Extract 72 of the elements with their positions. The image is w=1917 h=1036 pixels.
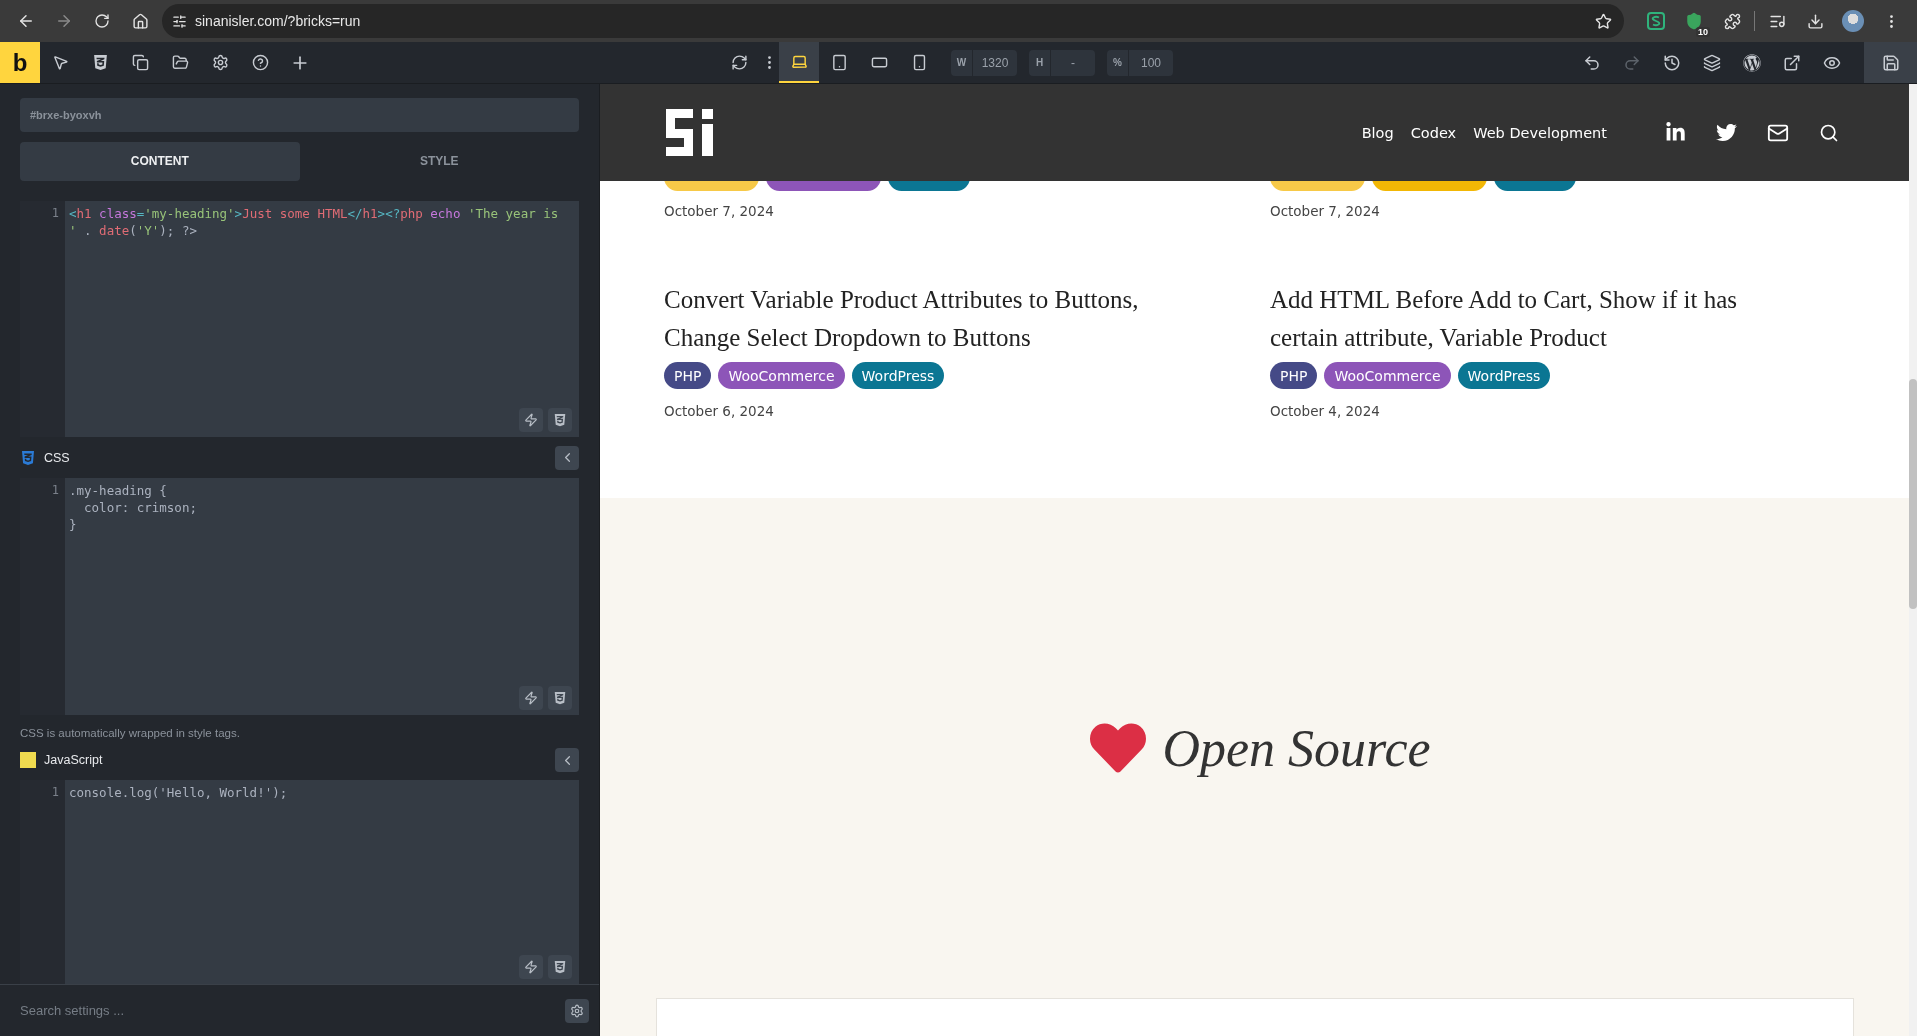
linkedin-icon[interactable] [1665, 122, 1686, 143]
shield-extension-icon[interactable] [1685, 12, 1703, 30]
code-editor[interactable]: 1 .my-heading { color: crimson; } [20, 477, 579, 716]
lightning-button[interactable] [519, 955, 543, 979]
bookmark-star-icon[interactable] [1595, 12, 1612, 30]
post-date: October 4, 2024 [1270, 403, 1381, 419]
css-button[interactable] [548, 955, 572, 979]
panel-tab[interactable]: CONTENT [20, 141, 300, 182]
code-line: console.log('Hello, World!'); [69, 784, 289, 801]
lightning-icon [524, 412, 538, 427]
site-logo[interactable] [666, 109, 714, 156]
line-number: 1 [51, 784, 59, 801]
dimension-field[interactable]: H - [1029, 49, 1095, 76]
post-title[interactable]: Convert Variable Product Attributes to Buttons, Change Select Dropdown to Buttons [664, 281, 1204, 357]
code-line: <h1 class='my-heading'>Just some HTML</h1><?php echo 'The year is [69, 205, 560, 223]
collapse-button[interactable] [555, 445, 579, 470]
css-icon [20, 449, 36, 466]
css-icon [553, 412, 567, 427]
post-date: October 7, 2024 [1270, 203, 1381, 219]
collapse-button[interactable] [555, 748, 579, 773]
tag-pill[interactable]: PHP [1270, 362, 1318, 389]
builder-logo[interactable]: b [0, 42, 40, 83]
line-number: 1 [51, 205, 59, 223]
tablet-icon [830, 54, 848, 71]
line-number: 1 [51, 481, 59, 499]
panel-tab[interactable]: STYLE [299, 141, 579, 182]
tag-pill[interactable]: WordPress [1457, 362, 1551, 389]
tag-pill[interactable]: PHP [664, 362, 712, 389]
javascript-icon [20, 752, 36, 769]
save-button[interactable] [1864, 42, 1917, 83]
twitter-icon[interactable] [1716, 122, 1737, 143]
tag-pill[interactable]: WooCommerce [718, 362, 845, 389]
tag-pill[interactable]: WordPress [851, 362, 945, 389]
extension-badge: 10 [1696, 27, 1710, 37]
css-button[interactable] [548, 686, 572, 711]
search-icon[interactable] [1819, 122, 1839, 143]
css-icon [553, 691, 567, 706]
nav-link[interactable]: Blog [1361, 124, 1394, 141]
css-icon [553, 960, 567, 974]
nav-link[interactable]: Codex [1410, 124, 1457, 141]
lightning-button[interactable] [519, 686, 543, 711]
lightning-icon [524, 960, 538, 974]
dimension-field[interactable]: % 100 [1107, 49, 1173, 76]
tag-pill[interactable]: WooCommerce [1324, 362, 1451, 389]
dimension-field[interactable]: W 1320 [951, 49, 1017, 76]
post-date: October 7, 2024 [664, 203, 775, 219]
site-settings-icon[interactable] [172, 13, 187, 29]
save-icon [1881, 53, 1900, 72]
code-editor[interactable]: 1 <h1 class='my-heading'>Just some HTML</h1><?php echo 'The year is ' . date('Y'); ?> [20, 201, 579, 437]
desktop-device-button[interactable] [779, 42, 819, 83]
settings-icon [570, 1003, 584, 1018]
hint-text: CSS is automatically wrapped in style tags. [20, 727, 241, 740]
post-title[interactable]: Add HTML Before Add to Cart, Show if it has certain attribute, Variable Product [1270, 281, 1810, 357]
code-line: color: crimson; [83, 498, 198, 516]
section-title: JavaScript [44, 753, 104, 768]
search-settings-field[interactable]: Search settings ... [20, 1003, 565, 1018]
section-title: CSS [44, 450, 71, 465]
code-editor[interactable]: 1 console.log('Hello, World!'); [20, 780, 579, 984]
element-id-field[interactable]: #brxe-byoxvh [20, 98, 579, 132]
code-line: } [69, 515, 78, 533]
code-line: .my-heading { [69, 481, 168, 499]
nav-link[interactable]: Web Development [1473, 124, 1607, 141]
code-line: ' . date('Y'); ?> [69, 222, 198, 240]
post-date: October 6, 2024 [664, 403, 775, 419]
lightning-icon [524, 691, 538, 706]
lightning-button[interactable] [519, 407, 543, 432]
scrollbar[interactable] [1909, 84, 1917, 1036]
css-button[interactable] [548, 407, 572, 432]
banner-title: Open Source [1162, 718, 1431, 778]
settings-button[interactable] [565, 998, 589, 1023]
address-bar[interactable]: sinanisler.com/?bricks=run [162, 4, 1624, 38]
desktop-icon [790, 53, 808, 70]
